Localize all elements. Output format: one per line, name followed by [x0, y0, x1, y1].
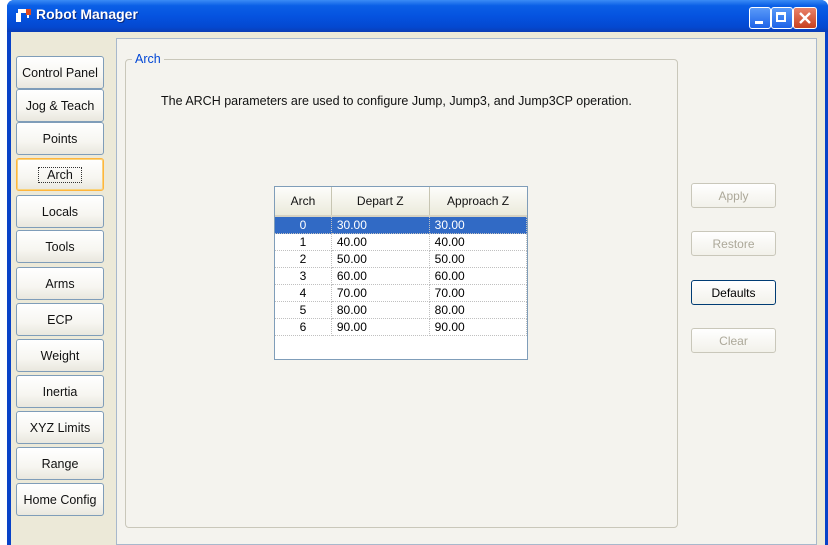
minimize-button[interactable] — [749, 7, 771, 29]
nav-label: Arms — [45, 276, 75, 291]
nav-label: Inertia — [42, 384, 78, 399]
arch-cell[interactable]: 0 — [275, 216, 332, 234]
depart-z-cell[interactable]: 80.00 — [331, 301, 430, 319]
close-button[interactable] — [793, 7, 817, 29]
table-header-row: Arch Depart Z Approach Z — [275, 187, 527, 217]
arch-cell[interactable]: 5 — [275, 301, 332, 319]
nav-label: Arch — [38, 166, 82, 183]
nav-label: Tools — [45, 239, 75, 254]
title-bar[interactable]: Robot Manager — [7, 0, 828, 32]
approach-z-cell[interactable]: 50.00 — [429, 250, 528, 268]
client-area: Control Panel Jog & Teach Points Arch Lo… — [11, 32, 825, 545]
approach-z-cell[interactable]: 90.00 — [429, 318, 528, 336]
approach-z-cell[interactable]: 70.00 — [429, 284, 528, 302]
arch-cell[interactable]: 1 — [275, 233, 332, 251]
column-header-arch[interactable]: Arch — [275, 187, 332, 217]
nav-ecp[interactable]: ECP — [16, 303, 104, 336]
approach-z-cell[interactable]: 30.00 — [429, 216, 528, 234]
nav-points[interactable]: Points — [16, 122, 104, 155]
nav-range[interactable]: Range — [16, 447, 104, 480]
nav-label: Range — [41, 456, 79, 471]
minimize-icon — [755, 21, 763, 24]
table-row[interactable]: 6 90.00 90.00 — [275, 318, 528, 336]
depart-z-cell[interactable]: 70.00 — [331, 284, 430, 302]
nav-jog-teach[interactable]: Jog & Teach — [16, 89, 104, 122]
nav-control-panel[interactable]: Control Panel — [16, 56, 104, 89]
arch-cell[interactable]: 2 — [275, 250, 332, 268]
restore-button[interactable]: Restore — [691, 231, 776, 256]
nav-label: Control Panel — [22, 65, 98, 80]
table-row[interactable]: 1 40.00 40.00 — [275, 233, 528, 251]
group-title: Arch — [132, 52, 164, 66]
defaults-button[interactable]: Defaults — [691, 280, 776, 305]
table-row[interactable]: 2 50.00 50.00 — [275, 250, 528, 268]
nav-tools[interactable]: Tools — [16, 230, 104, 263]
nav-label: Weight — [40, 348, 80, 363]
approach-z-cell[interactable]: 40.00 — [429, 233, 528, 251]
close-icon — [799, 12, 811, 24]
nav-arms[interactable]: Arms — [16, 267, 104, 300]
arch-table[interactable]: Arch Depart Z Approach Z 0 30.00 30.00 1… — [274, 186, 528, 360]
nav-home-config[interactable]: Home Config — [16, 483, 104, 516]
robot-manager-window: Robot Manager Control Panel Jog & Teach … — [7, 0, 828, 545]
column-header-depart-z[interactable]: Depart Z — [331, 187, 430, 217]
arch-cell[interactable]: 3 — [275, 267, 332, 285]
arch-cell[interactable]: 4 — [275, 284, 332, 302]
nav-label: ECP — [47, 312, 73, 327]
depart-z-cell[interactable]: 90.00 — [331, 318, 430, 336]
approach-z-cell[interactable]: 60.00 — [429, 267, 528, 285]
nav-locals[interactable]: Locals — [16, 195, 104, 228]
table-row[interactable]: 0 30.00 30.00 — [275, 216, 528, 234]
approach-z-cell[interactable]: 80.00 — [429, 301, 528, 319]
nav-weight[interactable]: Weight — [16, 339, 104, 372]
nav-label: Home Config — [23, 492, 97, 507]
depart-z-cell[interactable]: 30.00 — [331, 216, 430, 234]
nav-label: XYZ Limits — [29, 420, 91, 435]
table-row[interactable]: 4 70.00 70.00 — [275, 284, 528, 302]
maximize-button[interactable] — [771, 7, 793, 29]
apply-button[interactable]: Apply — [691, 183, 776, 208]
nav-label: Jog & Teach — [25, 98, 95, 113]
depart-z-cell[interactable]: 40.00 — [331, 233, 430, 251]
column-header-approach-z[interactable]: Approach Z — [429, 187, 527, 217]
arch-description: The ARCH parameters are used to configur… — [161, 94, 632, 108]
clear-button[interactable]: Clear — [691, 328, 776, 353]
arch-cell[interactable]: 6 — [275, 318, 332, 336]
table-row[interactable]: 3 60.00 60.00 — [275, 267, 528, 285]
window-title: Robot Manager — [36, 6, 138, 22]
nav-xyz-limits[interactable]: XYZ Limits — [16, 411, 104, 444]
depart-z-cell[interactable]: 50.00 — [331, 250, 430, 268]
nav-label: Locals — [41, 204, 79, 219]
depart-z-cell[interactable]: 60.00 — [331, 267, 430, 285]
nav-inertia[interactable]: Inertia — [16, 375, 104, 408]
nav-label: Points — [42, 131, 78, 146]
table-row[interactable]: 5 80.00 80.00 — [275, 301, 528, 319]
nav-arch[interactable]: Arch — [16, 158, 104, 191]
maximize-icon — [776, 12, 786, 22]
robot-manager-app-icon — [16, 9, 31, 22]
